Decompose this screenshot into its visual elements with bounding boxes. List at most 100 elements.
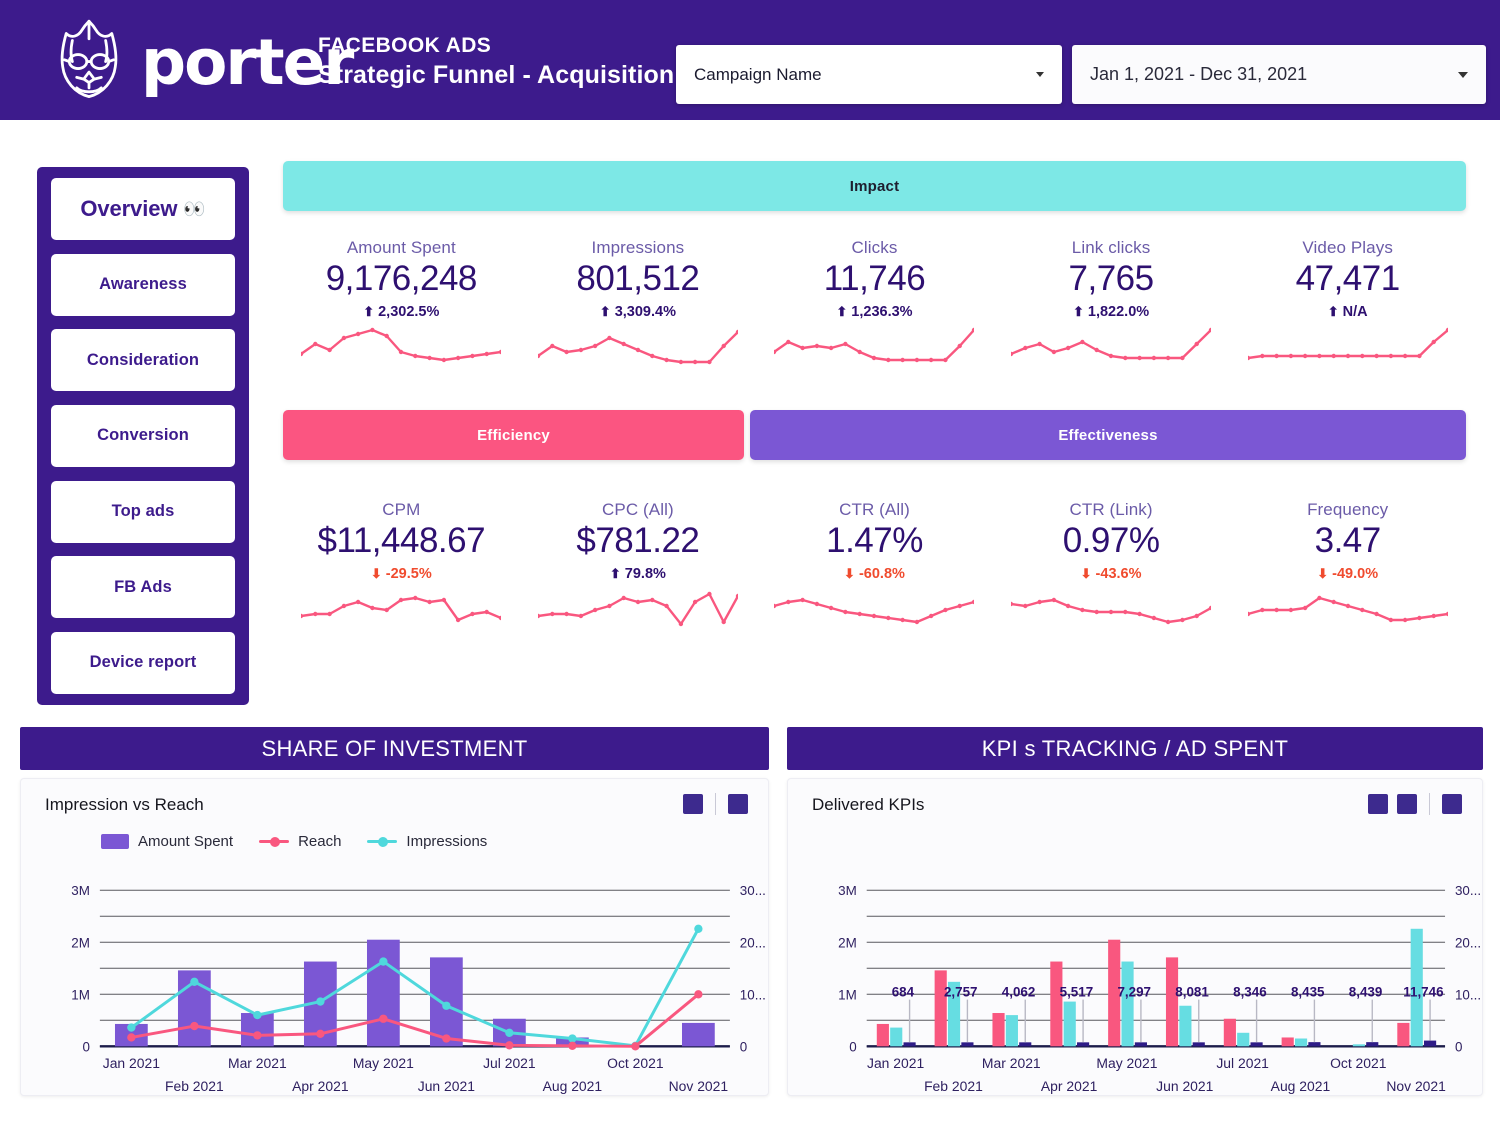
efficiency-banner: Efficiency [283, 410, 744, 460]
svg-text:0: 0 [82, 1039, 89, 1054]
sidebar-item-awareness[interactable]: Awareness [51, 253, 235, 316]
svg-text:0: 0 [1455, 1039, 1462, 1054]
kpi-delta-value: 79.8% [624, 565, 666, 582]
svg-text:Jun 2021: Jun 2021 [1156, 1078, 1213, 1094]
svg-text:Nov 2021: Nov 2021 [1386, 1078, 1446, 1094]
kpi-card: Clicks 11,746 ⬆ 1,236.3% [756, 238, 993, 372]
chevron-down-icon [1036, 72, 1044, 77]
kpi-delta-value: -43.6% [1095, 565, 1142, 582]
kpi-delta-value: N/A [1342, 303, 1368, 320]
svg-text:8,081: 8,081 [1175, 985, 1209, 1000]
arrow-down-icon: ⬇ [370, 566, 382, 581]
sidebar-item-label: Consideration [86, 350, 200, 369]
kpi-sparkline [993, 326, 1230, 372]
brand-logo: porter [45, 16, 354, 108]
kpi-value: 3.47 [1314, 521, 1382, 560]
svg-text:8,346: 8,346 [1233, 985, 1267, 1000]
sidebar-item-label: FB Ads [114, 577, 172, 596]
kpi-sparkline [520, 326, 757, 372]
kpi-delta-value: -60.8% [858, 565, 905, 582]
svg-text:0: 0 [740, 1039, 747, 1054]
app-header: porter FACEBOOK ADS Strategic Funnel - A… [0, 0, 1500, 120]
performance-kpi-row: CPM $11,448.67 ⬇ -29.5% CPC (All) $781.2… [283, 500, 1466, 634]
svg-text:2M: 2M [71, 935, 90, 950]
effectiveness-banner: Effectiveness [750, 410, 1466, 460]
svg-text:0: 0 [849, 1039, 856, 1054]
svg-text:684: 684 [892, 985, 915, 1000]
svg-text:11,746: 11,746 [1403, 985, 1443, 1000]
kpi-card: Amount Spent 9,176,248 ⬆ 2,302.5% [283, 238, 520, 372]
campaign-name-value: Campaign Name [694, 64, 822, 84]
svg-text:30...: 30... [1455, 883, 1481, 898]
chevron-down-icon [1458, 71, 1468, 78]
kpi-delta-value: 1,236.3% [851, 303, 913, 320]
kpi-sparkline [1229, 326, 1466, 372]
page-title-big: Strategic Funnel - Acquisition [318, 61, 675, 90]
arrow-up-icon: ⬆ [1327, 304, 1339, 319]
kpi-card: Impressions 801,512 ⬆ 3,309.4% [520, 238, 757, 372]
impact-banner: Impact [283, 161, 1466, 211]
sidebar-item-label: Conversion [97, 426, 189, 445]
date-range-dropdown[interactable]: Jan 1, 2021 - Dec 31, 2021 [1072, 45, 1486, 104]
svg-text:1M: 1M [71, 987, 90, 1002]
svg-text:2,757: 2,757 [944, 985, 978, 1000]
svg-text:10...: 10... [1455, 987, 1481, 1002]
svg-text:May 2021: May 2021 [353, 1055, 414, 1071]
kpi-delta-value: 2,302.5% [378, 303, 440, 320]
kpi-label: Video Plays [1302, 238, 1393, 257]
campaign-name-dropdown[interactable]: Campaign Name [676, 45, 1062, 104]
kpi-card: CPC (All) $781.22 ⬆ 79.8% [520, 500, 757, 634]
svg-text:Jan 2021: Jan 2021 [867, 1055, 924, 1071]
sidebar-nav: Overview 👀 Awareness Consideration Conve… [37, 167, 249, 705]
svg-text:Aug 2021: Aug 2021 [1271, 1078, 1331, 1094]
arrow-down-icon: ⬇ [844, 566, 855, 581]
kpi-label: Link clicks [1071, 238, 1151, 257]
kpi-value: 11,746 [823, 259, 926, 298]
kpi-card: Link clicks 7,765 ⬆ 1,822.0% [993, 238, 1230, 372]
panel-body: Impression vs Reach Amount Spent Reach Imp… [20, 778, 769, 1096]
kpi-sparkline [756, 326, 993, 372]
sidebar-item-device-report[interactable]: Device report [51, 631, 235, 694]
kpi-card: CPM $11,448.67 ⬇ -29.5% [283, 500, 520, 634]
panel-body: Delivered KPIs Amount SpentImpressionsCl… [787, 778, 1483, 1096]
sidebar-item-conversion[interactable]: Conversion [51, 404, 235, 467]
kpi-sparkline [993, 588, 1230, 634]
svg-text:Jul 2021: Jul 2021 [1216, 1055, 1269, 1071]
svg-text:3M: 3M [838, 883, 857, 898]
kpi-card: Video Plays 47,471 ⬆ N/A [1229, 238, 1466, 372]
svg-text:20...: 20... [740, 935, 766, 950]
sidebar-item-overview[interactable]: Overview 👀 [51, 178, 235, 240]
svg-text:Mar 2021: Mar 2021 [228, 1055, 287, 1071]
kpi-label: CPM [382, 500, 421, 519]
share-of-investment-panel: SHARE OF INVESTMENT Impression vs Reach … [20, 727, 769, 1102]
kpi-value: 7,765 [1068, 259, 1155, 298]
kpi-sparkline [283, 588, 520, 634]
kpi-delta: ⬇ -43.6% [993, 566, 1230, 582]
svg-text:1M: 1M [838, 987, 857, 1002]
kpi-delta: ⬆ 2,302.5% [283, 304, 520, 320]
kpi-card: Frequency 3.47 ⬇ -49.0% [1229, 500, 1466, 634]
sidebar-item-fb-ads[interactable]: FB Ads [51, 556, 235, 619]
sidebar-item-top-ads[interactable]: Top ads [51, 480, 235, 543]
arrow-up-icon: ⬆ [836, 304, 848, 319]
arrow-down-icon: ⬇ [1317, 566, 1329, 581]
kpi-label: CTR (Link) [1069, 500, 1153, 519]
kpi-value: $781.22 [576, 521, 700, 560]
arrow-up-icon: ⬆ [599, 304, 611, 319]
kpi-label: Amount Spent [346, 238, 456, 257]
svg-text:Jul 2021: Jul 2021 [483, 1055, 536, 1071]
kpi-delta: ⬆ 1,822.0% [993, 304, 1230, 320]
kpi-sparkline [1229, 588, 1466, 634]
svg-text:4,062: 4,062 [1002, 985, 1036, 1000]
svg-text:3M: 3M [71, 883, 90, 898]
svg-text:Oct 2021: Oct 2021 [1330, 1055, 1387, 1071]
kpi-card: CTR (All) 1.47% ⬇ -60.8% [756, 500, 993, 634]
porter-mascot-icon [60, 19, 118, 99]
sidebar-item-consideration[interactable]: Consideration [51, 329, 235, 392]
sidebar-item-label: Overview [80, 196, 178, 221]
kpi-delta: ⬆ N/A [1229, 304, 1466, 320]
panel-title: SHARE OF INVESTMENT [20, 727, 769, 770]
sidebar-item-label: Device report [89, 653, 197, 672]
svg-text:Jan 2021: Jan 2021 [103, 1055, 160, 1071]
delivered-kpis-chart: 0 1M 2M 3M 0 10... 20... 30... Jan 2021Feb 2021 M… [838, 883, 1481, 1094]
